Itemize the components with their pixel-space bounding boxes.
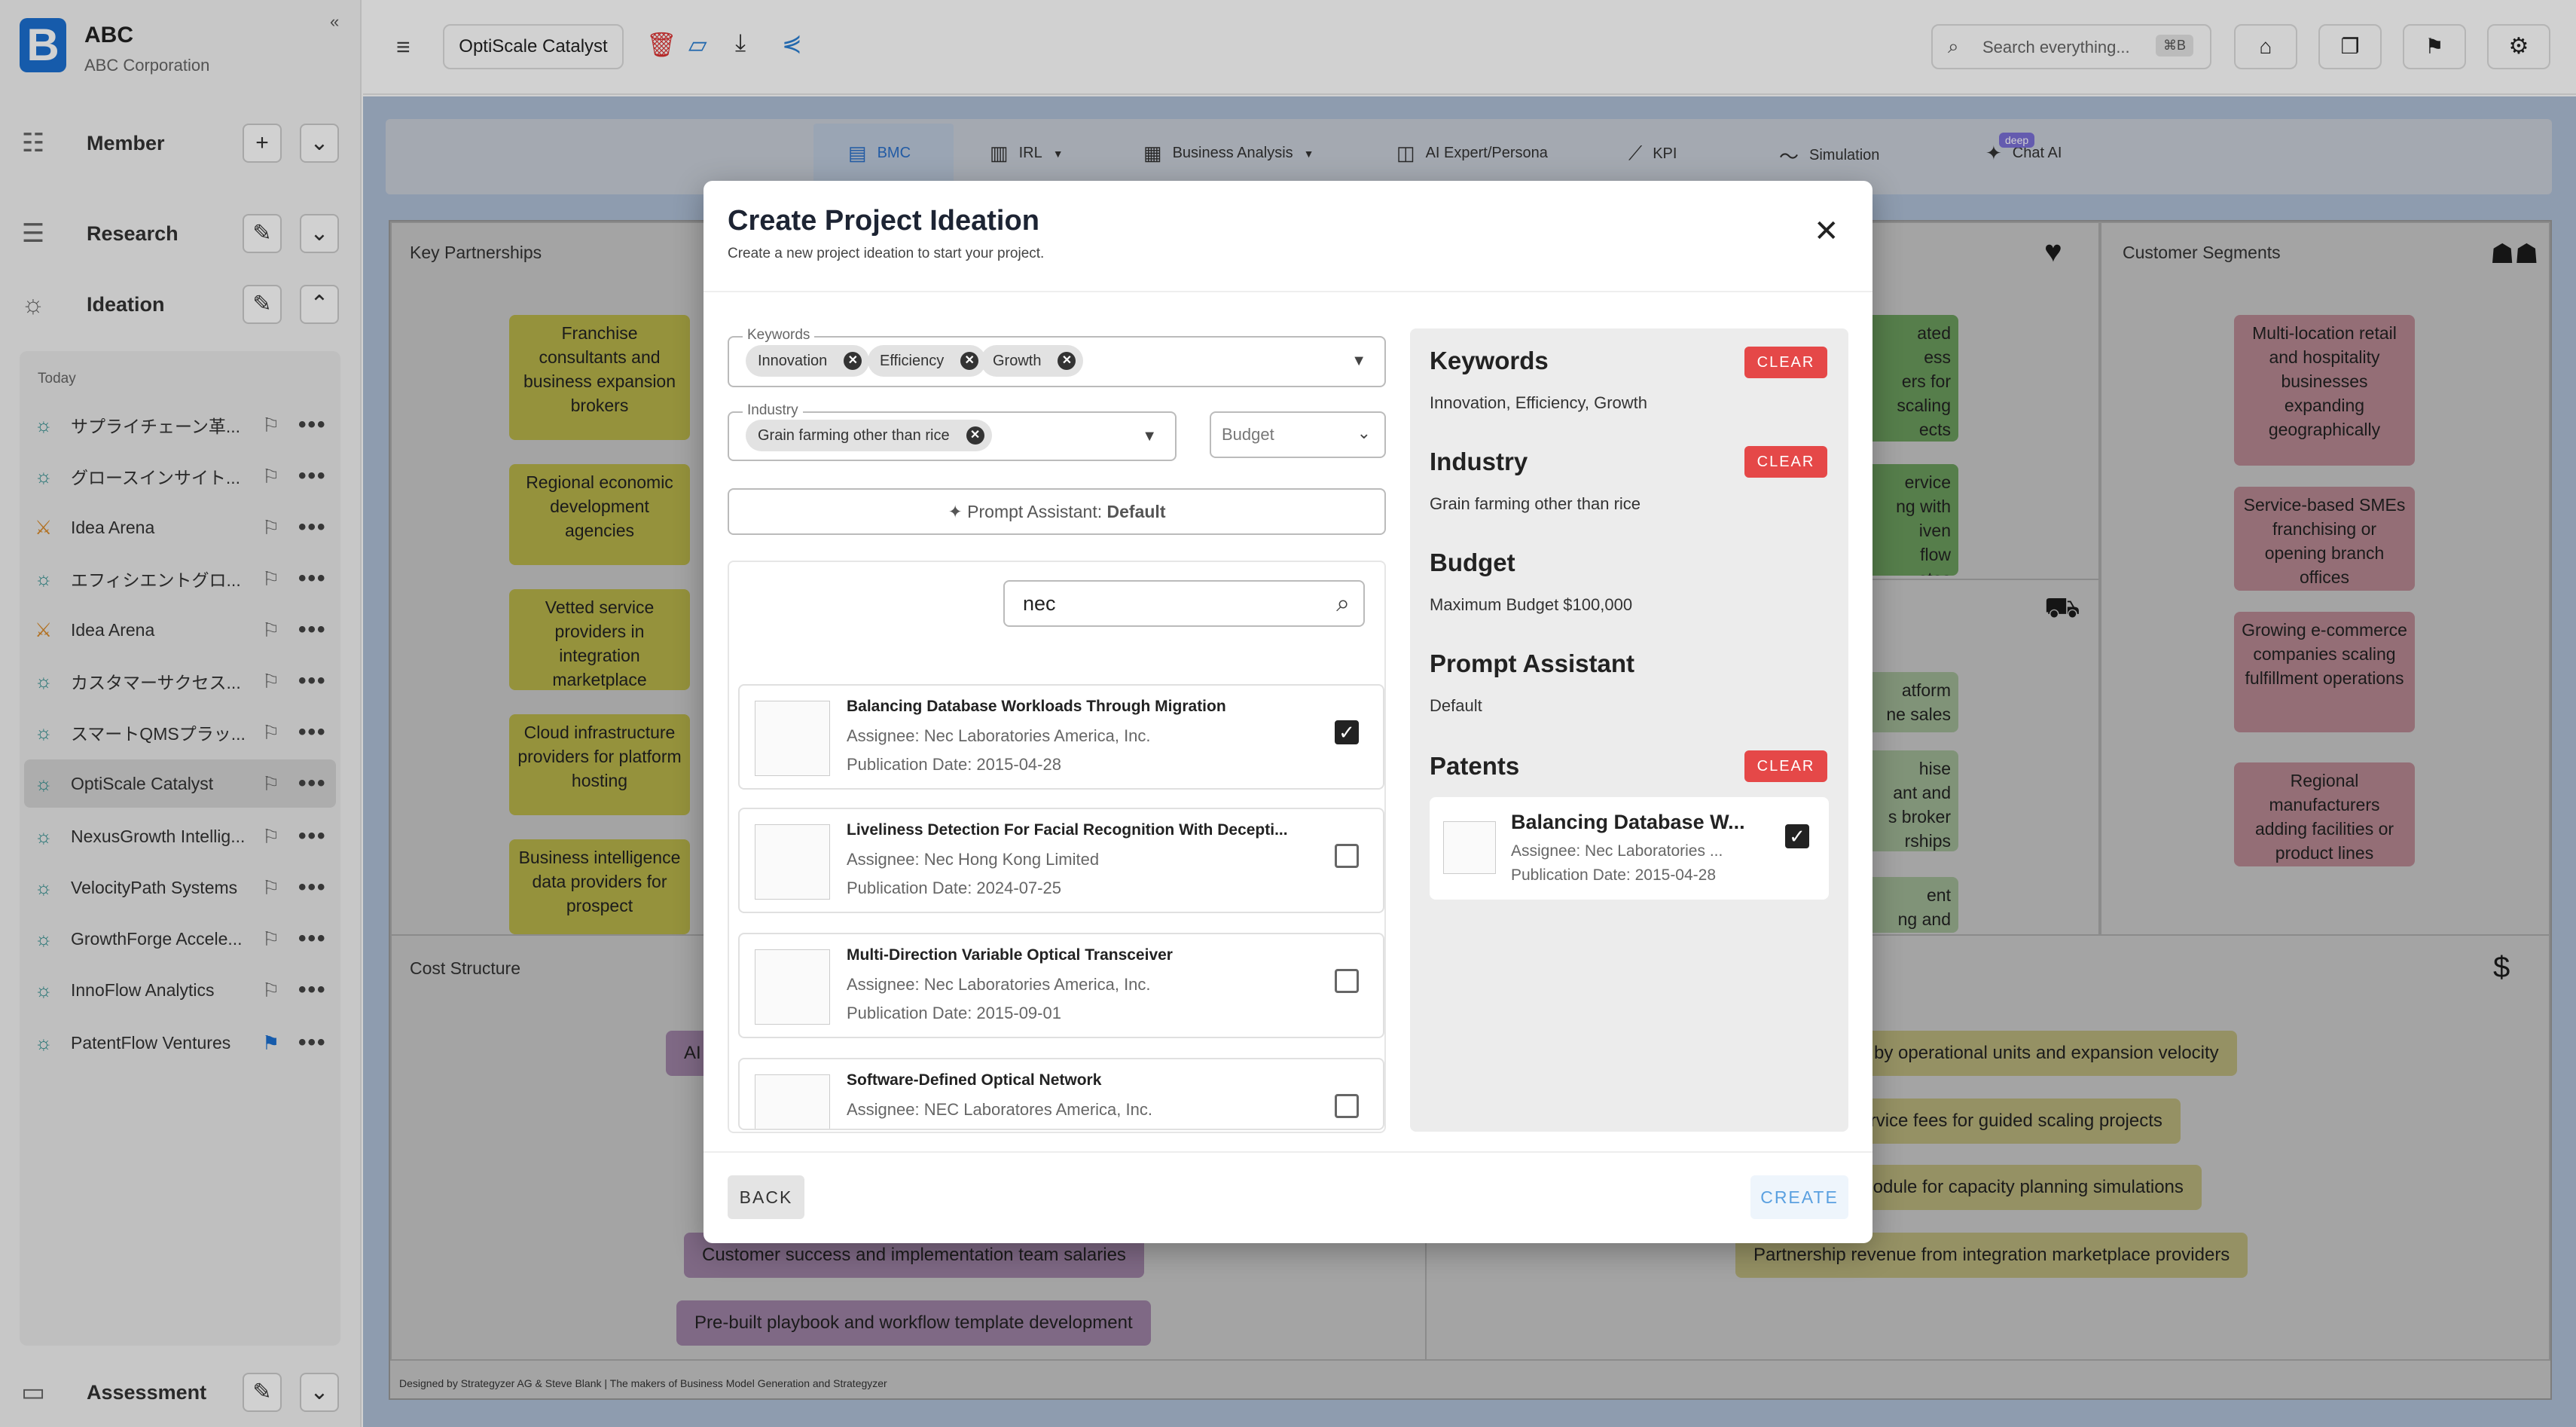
- summary-budget-value: Maximum Budget $100,000: [1430, 595, 1633, 614]
- create-button[interactable]: CREATE: [1750, 1175, 1848, 1219]
- patent-thumbnail: [755, 701, 830, 776]
- keyword-chip: Growth ✕: [981, 345, 1084, 377]
- keyword-chip: Innovation ✕: [746, 345, 870, 377]
- prompt-assistant-label: Prompt Assistant:: [967, 502, 1103, 521]
- remove-chip-icon[interactable]: ✕: [844, 352, 862, 370]
- industry-dropdown-icon[interactable]: ▼: [1142, 428, 1157, 445]
- patent-title: Balancing Database Workloads Through Mig…: [847, 698, 1226, 715]
- keyword-chip-label: Efficiency: [880, 353, 945, 369]
- modal-subtitle: Create a new project ideation to start y…: [728, 246, 1045, 261]
- patent-search-value: nec: [1023, 592, 1056, 615]
- patent-date: Publication Date: 2015-04-28: [847, 755, 1061, 774]
- patent-thumbnail: [755, 824, 830, 900]
- clear-patents-button[interactable]: CLEAR: [1744, 750, 1827, 782]
- patent-card[interactable]: Balancing Database Workloads Through Mig…: [738, 684, 1384, 790]
- selected-patent-checkbox[interactable]: ✓: [1785, 824, 1809, 848]
- modal-divider: [704, 291, 1872, 292]
- summary-keywords-heading: Keywords: [1430, 347, 1549, 374]
- keyword-chip: Efficiency ✕: [868, 345, 987, 377]
- selected-patent-date: Publication Date: 2015-04-28: [1511, 866, 1717, 884]
- prompt-assistant-value: Default: [1106, 502, 1166, 521]
- remove-chip-icon[interactable]: ✕: [1058, 352, 1076, 370]
- budget-select[interactable]: Budget ⌄: [1210, 411, 1386, 458]
- remove-chip-icon[interactable]: ✕: [966, 426, 984, 445]
- patent-checkbox[interactable]: [1335, 1094, 1359, 1118]
- clear-industry-button[interactable]: CLEAR: [1744, 446, 1827, 478]
- patent-title: Multi-Direction Variable Optical Transce…: [847, 946, 1173, 964]
- summary-budget-heading: Budget: [1430, 548, 1515, 576]
- summary-patents-heading: Patents: [1430, 752, 1520, 780]
- summary-prompt-value: Default: [1430, 696, 1482, 715]
- close-icon[interactable]: ✕: [1814, 214, 1839, 249]
- patent-card[interactable]: Multi-Direction Variable Optical Transce…: [738, 933, 1384, 1038]
- clear-keywords-button[interactable]: CLEAR: [1744, 347, 1827, 378]
- patent-title: Liveliness Detection For Facial Recognit…: [847, 821, 1288, 839]
- selected-patent-title: Balancing Database W...: [1511, 811, 1745, 833]
- patent-card[interactable]: Software-Defined Optical Network Assignee…: [738, 1058, 1384, 1130]
- patent-date: Publication Date: 2015-09-01: [847, 1004, 1061, 1022]
- patent-thumbnail: [755, 949, 830, 1025]
- patent-date: Publication Date: 2024-07-25: [847, 879, 1061, 897]
- search-icon[interactable]: ⌕: [1336, 589, 1350, 618]
- patent-card[interactable]: Liveliness Detection For Facial Recognit…: [738, 808, 1384, 913]
- patent-title: Software-Defined Optical Network: [847, 1071, 1102, 1089]
- industry-label: Industry: [743, 402, 803, 419]
- prompt-assistant-button[interactable]: ✦ Prompt Assistant: Default: [728, 488, 1386, 535]
- modal-footer-divider: [704, 1151, 1872, 1153]
- remove-chip-icon[interactable]: ✕: [960, 352, 979, 370]
- selected-patent-card[interactable]: Balancing Database W... Assignee: Nec La…: [1430, 797, 1829, 900]
- back-button[interactable]: BACK: [728, 1175, 804, 1219]
- budget-placeholder: Budget: [1222, 425, 1274, 444]
- sparkle-icon: ✦: [948, 502, 963, 521]
- patent-search-input[interactable]: nec ⌕: [1003, 580, 1365, 627]
- summary-keywords-value: Innovation, Efficiency, Growth: [1430, 393, 1647, 412]
- patent-checkbox[interactable]: ✓: [1335, 720, 1359, 744]
- patent-assignee: Assignee: Nec Hong Kong Limited: [847, 850, 1100, 869]
- patent-assignee: Assignee: NEC Laboratores America, Inc.: [847, 1100, 1152, 1119]
- patent-thumbnail: [755, 1074, 830, 1129]
- chevron-down-icon: ⌄: [1357, 423, 1371, 442]
- selected-patent-assignee: Assignee: Nec Laboratories ...: [1511, 842, 1723, 860]
- summary-industry-heading: Industry: [1430, 448, 1528, 475]
- patent-assignee: Assignee: Nec Laboratories America, Inc.: [847, 975, 1151, 994]
- keywords-label: Keywords: [743, 327, 815, 344]
- keyword-chip-label: Growth: [993, 353, 1042, 369]
- summary-prompt-heading: Prompt Assistant: [1430, 649, 1634, 677]
- patent-checkbox[interactable]: [1335, 844, 1359, 868]
- modal-title: Create Project Ideation: [728, 205, 1039, 237]
- industry-chip-label: Grain farming other than rice: [758, 427, 950, 444]
- keywords-dropdown-icon[interactable]: ▼: [1351, 353, 1366, 370]
- patent-assignee: Assignee: Nec Laboratories America, Inc.: [847, 726, 1151, 745]
- industry-chip: Grain farming other than rice ✕: [746, 420, 992, 451]
- keyword-chip-label: Innovation: [758, 353, 828, 369]
- summary-industry-value: Grain farming other than rice: [1430, 494, 1641, 513]
- patent-checkbox[interactable]: [1335, 969, 1359, 993]
- patent-thumbnail: [1443, 821, 1496, 874]
